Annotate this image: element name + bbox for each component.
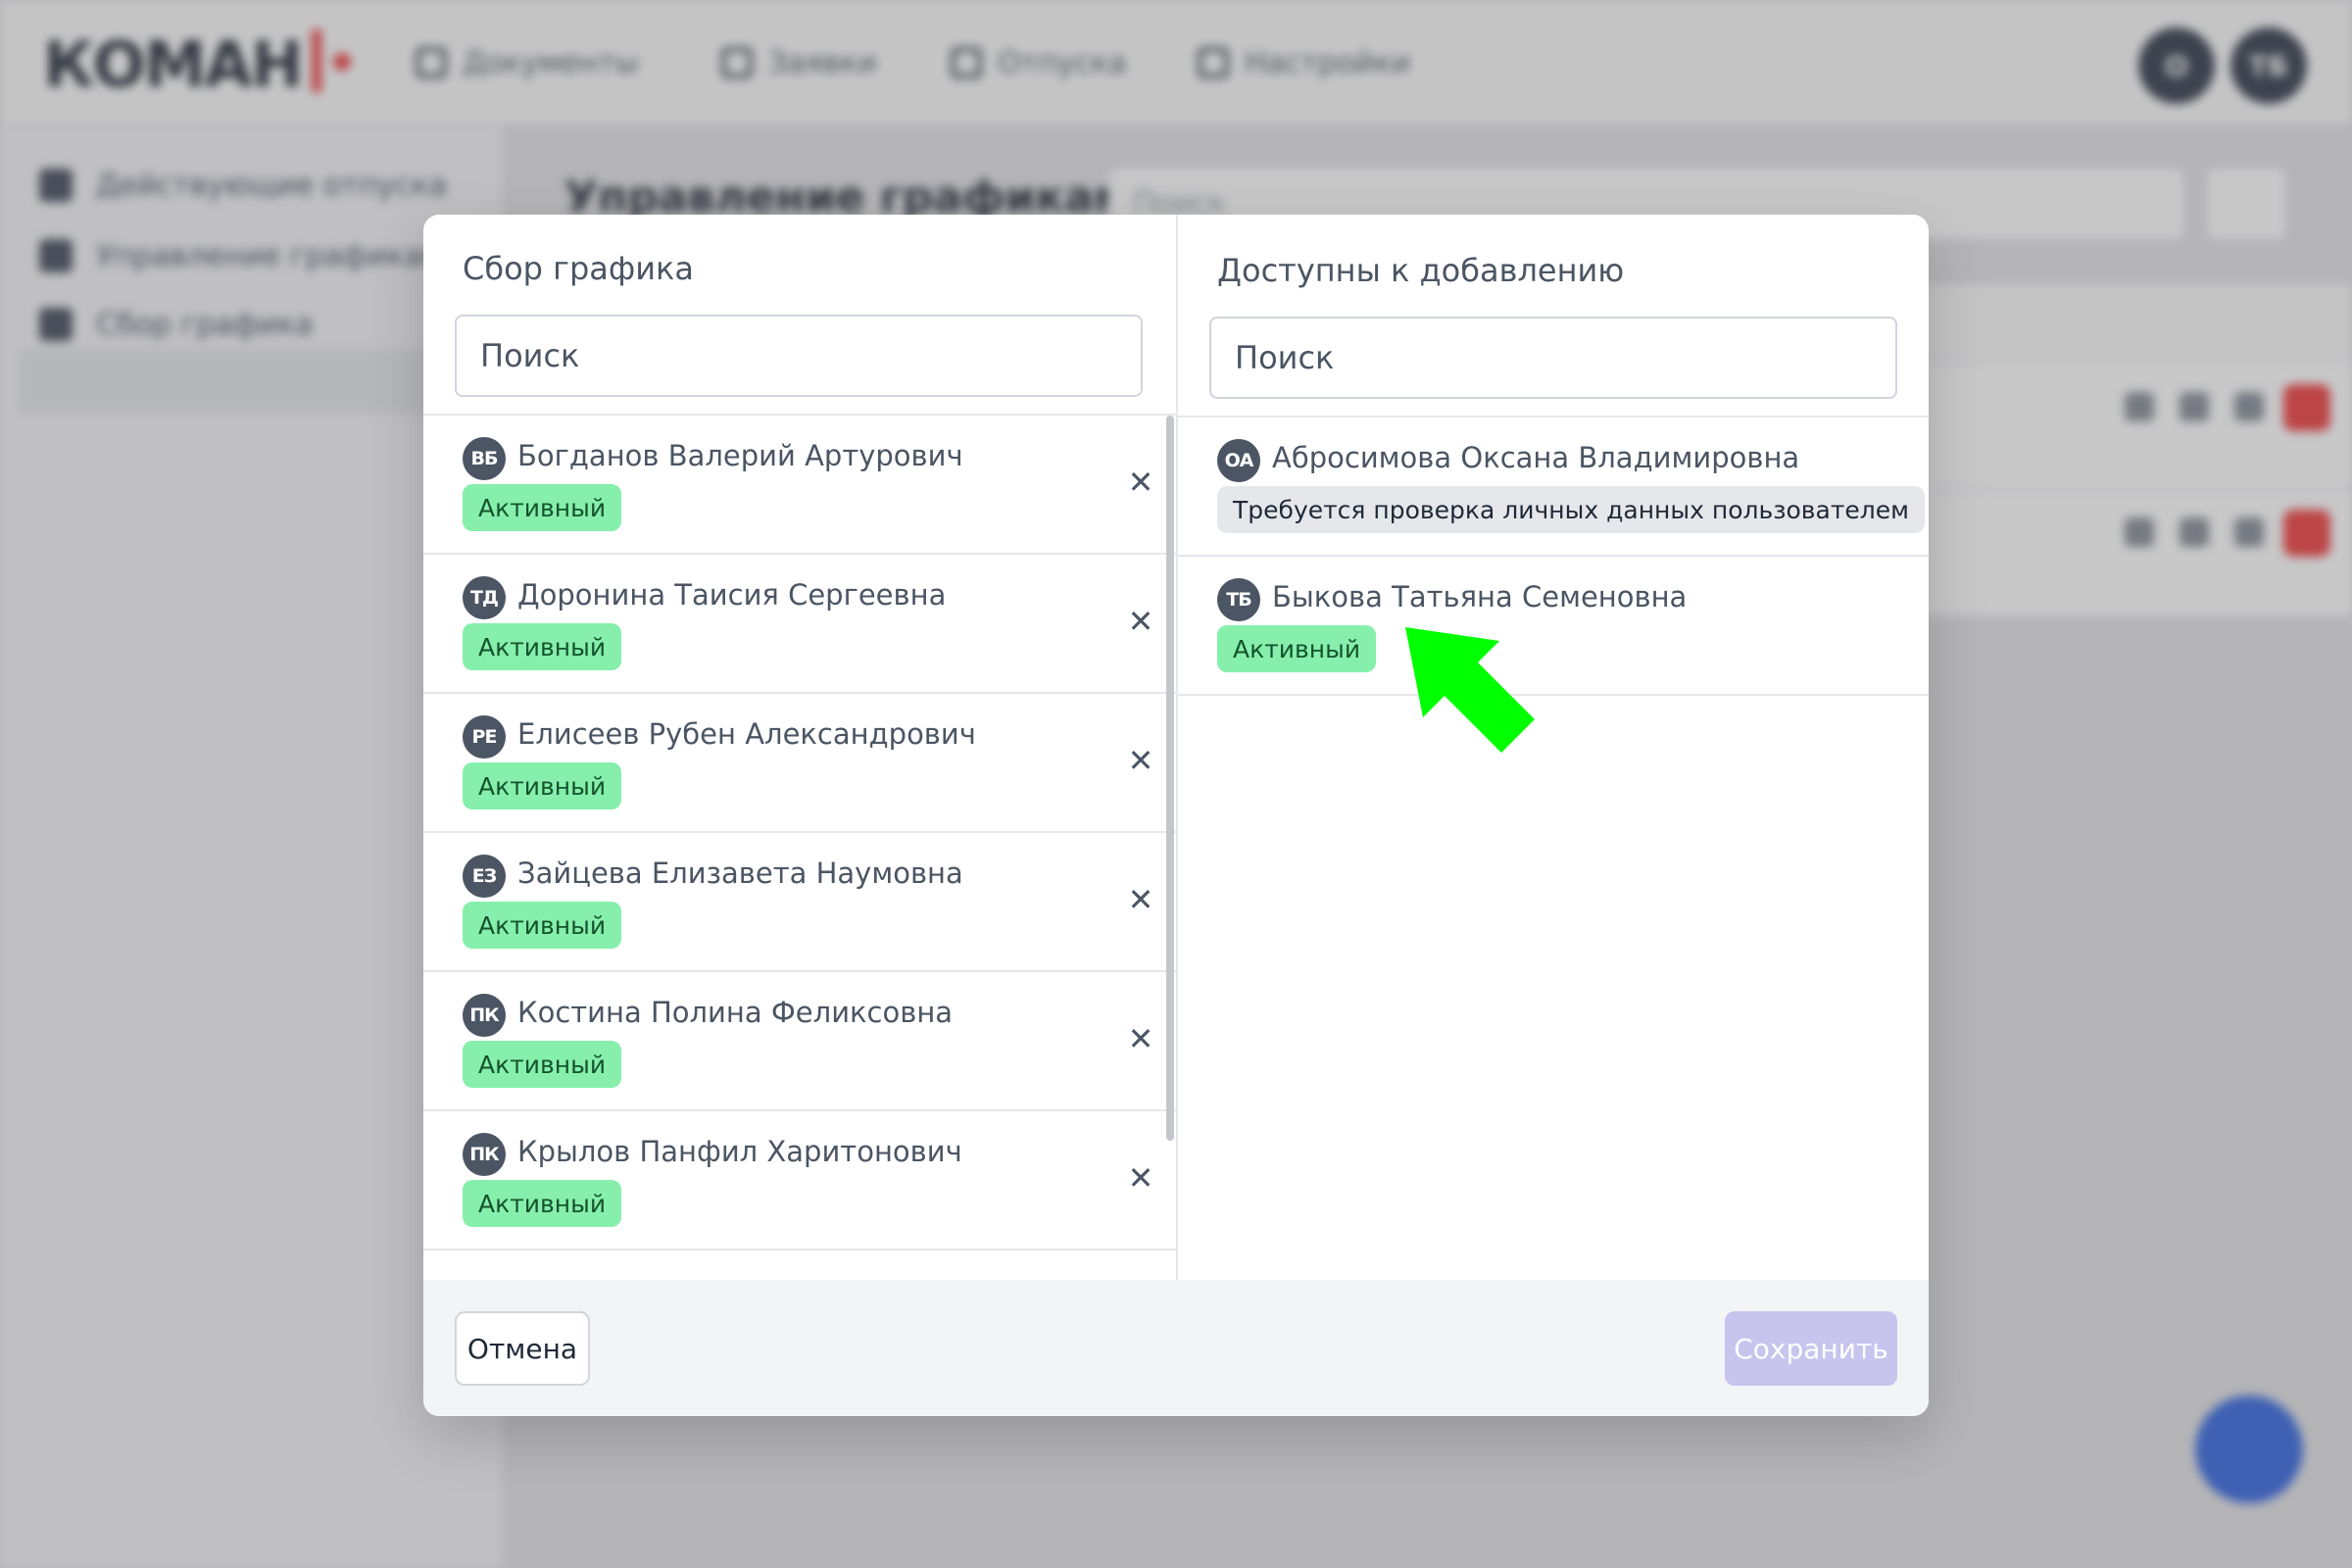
list-item[interactable]: ПК Крылов Панфил Харитонович Активный ✕ xyxy=(423,1111,1176,1250)
avatar: ТБ xyxy=(1217,578,1260,621)
status-badge: Активный xyxy=(463,762,622,809)
employee-name: Зайцева Елизавета Наумовна xyxy=(517,857,963,890)
left-search-input[interactable] xyxy=(455,315,1143,397)
selected-employees-list: ВБ Богданов Валерий Артурович Активный ✕… xyxy=(423,414,1176,1280)
employee-name: Доронина Таисия Сергеевна xyxy=(517,578,947,612)
panel-title: Доступны к добавлению xyxy=(1217,252,1625,289)
close-icon[interactable]: ✕ xyxy=(1121,741,1160,780)
status-badge: Активный xyxy=(463,902,622,949)
cancel-button[interactable]: Отмена xyxy=(455,1311,590,1386)
close-icon[interactable]: ✕ xyxy=(1121,880,1160,919)
avatar: ЕЗ xyxy=(463,855,506,898)
list-item[interactable]: ВБ Богданов Валерий Артурович Активный ✕ xyxy=(423,416,1176,555)
status-badge: Активный xyxy=(463,1041,622,1088)
schedule-collection-modal: Сбор графика ВБ Богданов Валерий Артуров… xyxy=(423,215,1929,1416)
avatar: ТД xyxy=(463,576,506,619)
status-badge: Активный xyxy=(1217,625,1377,672)
employee-name: Крылов Панфил Харитонович xyxy=(517,1135,962,1168)
list-item[interactable]: ЕЗ Зайцева Елизавета Наумовна Активный ✕ xyxy=(423,833,1176,972)
panel-title: Сбор графика xyxy=(463,250,694,287)
close-icon[interactable]: ✕ xyxy=(1121,602,1160,641)
right-search-input[interactable] xyxy=(1209,317,1897,399)
employee-name: Елисеев Рубен Александрович xyxy=(517,717,976,751)
avatar: ПК xyxy=(463,994,506,1037)
close-icon[interactable]: ✕ xyxy=(1121,463,1160,502)
available-employees-list: ОА Абросимова Оксана Владимировна Требуе… xyxy=(1178,416,1929,1282)
status-badge: Требуется проверка личных данных пользов… xyxy=(1217,486,1926,533)
arrow-pointer-icon xyxy=(1405,627,1535,753)
selected-employees-panel: Сбор графика ВБ Богданов Валерий Артуров… xyxy=(423,215,1178,1280)
employee-name: Костина Полина Феликсовна xyxy=(517,996,954,1029)
status-badge: Активный xyxy=(463,1180,622,1227)
employee-name: Абросимова Оксана Владимировна xyxy=(1272,441,1800,474)
list-item[interactable]: ОА Абросимова Оксана Владимировна Требуе… xyxy=(1178,417,1929,557)
close-icon[interactable]: ✕ xyxy=(1121,1019,1160,1058)
modal-footer: Отмена Сохранить xyxy=(423,1280,1929,1416)
avatar: РЕ xyxy=(463,715,506,759)
list-item[interactable]: РЕ Елисеев Рубен Александрович Активный … xyxy=(423,694,1176,833)
status-badge: Активный xyxy=(463,484,622,531)
avatar: ВБ xyxy=(463,437,506,480)
avatar: ОА xyxy=(1217,439,1260,482)
status-badge: Активный xyxy=(463,623,622,670)
list-item[interactable]: ПК Костина Полина Феликсовна Активный ✕ xyxy=(423,972,1176,1111)
employee-name: Быкова Татьяна Семеновна xyxy=(1272,580,1688,613)
avatar: ПК xyxy=(463,1133,506,1176)
list-item[interactable]: ТД Доронина Таисия Сергеевна Активный ✕ xyxy=(423,555,1176,694)
list-scrollbar[interactable] xyxy=(1166,416,1174,1141)
save-button[interactable]: Сохранить xyxy=(1725,1311,1897,1386)
employee-name: Богданов Валерий Артурович xyxy=(517,439,963,472)
close-icon[interactable]: ✕ xyxy=(1121,1158,1160,1198)
